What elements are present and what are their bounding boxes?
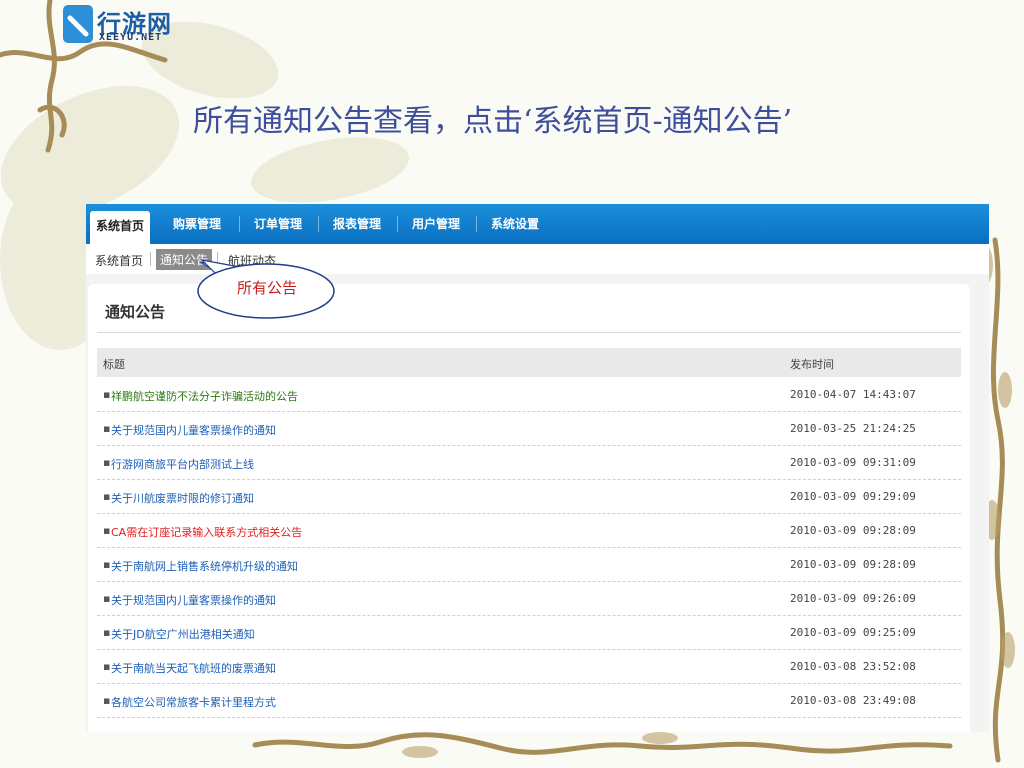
bullet-icon: ▪ <box>103 422 111 435</box>
sub-nav-notices[interactable]: 通知公告 <box>156 249 213 270</box>
bullet-icon: ▪ <box>103 660 111 673</box>
table-row[interactable]: ▪ 关于规范国内儿童客票操作的通知 2010-03-09 09:26:09 <box>97 581 961 616</box>
top-nav-reports[interactable]: 报表管理 <box>333 215 381 232</box>
notice-date: 2010-03-09 09:31:09 <box>790 456 916 469</box>
panel-title: 通知公告 <box>105 303 166 321</box>
top-nav-settings[interactable]: 系统设置 <box>491 215 539 232</box>
notice-date: 2010-04-07 14:43:07 <box>790 388 916 401</box>
slide-title: 所有通知公告查看，点击‘系统首页-通知公告’ <box>193 104 793 139</box>
logo-subtitle: XEEYU.NET <box>99 32 163 43</box>
table-row[interactable]: ▪ 关于川航废票时限的修订通知 2010-03-09 09:29:09 <box>97 479 961 514</box>
notice-date: 2010-03-08 23:49:08 <box>790 694 916 707</box>
notice-title-link[interactable]: 关于规范国内儿童客票操作的通知 <box>111 422 276 438</box>
table-row[interactable]: ▪ 关于JD航空广州出港相关通知 2010-03-09 09:25:09 <box>97 615 961 650</box>
notice-title-link[interactable]: 关于川航废票时限的修订通知 <box>111 490 254 506</box>
logo: 行游网 XEEYU.NET <box>62 2 180 46</box>
notice-date: 2010-03-09 09:29:09 <box>790 490 916 503</box>
notice-date: 2010-03-08 23:52:08 <box>790 660 916 673</box>
table-row[interactable]: ▪ 关于规范国内儿童客票操作的通知 2010-03-25 21:24:25 <box>97 411 961 446</box>
bullet-icon: ▪ <box>103 490 111 503</box>
notice-title-link[interactable]: 关于南航当天起飞航班的废票通知 <box>111 660 276 676</box>
logo-mark-icon <box>63 5 93 43</box>
callout-text: 所有公告 <box>236 279 297 297</box>
bullet-icon: ▪ <box>103 626 111 639</box>
top-nav-bar: 系统首页 购票管理 订单管理 报表管理 用户管理 系统设置 <box>86 204 989 244</box>
nav-divider <box>318 216 319 232</box>
table-row[interactable]: ▪ 关于南航当天起飞航班的废票通知 2010-03-08 23:52:08 <box>97 649 961 684</box>
sub-nav-divider <box>217 252 218 266</box>
top-nav-home[interactable]: 系统首页 <box>90 211 151 244</box>
col-title-header: 标题 <box>103 358 125 371</box>
table-row[interactable]: ▪ 行游网商旅平台内部测试上线 2010-03-09 09:31:09 <box>97 445 961 480</box>
top-nav-tickets[interactable]: 购票管理 <box>173 215 221 232</box>
divider <box>97 332 961 333</box>
notice-title-link[interactable]: 行游网商旅平台内部测试上线 <box>111 456 254 472</box>
bullet-icon: ▪ <box>103 456 111 469</box>
nav-divider <box>397 216 398 232</box>
notice-title-link[interactable]: 关于JD航空广州出港相关通知 <box>111 626 255 642</box>
sub-nav-bar: 系统首页 通知公告 航班动态 <box>86 244 989 274</box>
notice-date: 2010-03-09 09:28:09 <box>790 558 916 571</box>
table-row[interactable]: ▪ 各航空公司常旅客卡累计里程方式 2010-03-08 23:49:08 <box>97 683 961 718</box>
table-row[interactable]: ▪ CA需在订座记录输入联系方式相关公告 2010-03-09 09:28:09 <box>97 513 961 548</box>
nav-divider <box>239 216 240 232</box>
nav-divider <box>476 216 477 232</box>
notice-date: 2010-03-09 09:26:09 <box>790 592 916 605</box>
table-row[interactable]: ▪ 关于南航网上销售系统停机升级的通知 2010-03-09 09:28:09 <box>97 547 961 582</box>
notice-date: 2010-03-25 21:24:25 <box>790 422 916 435</box>
notice-panel: 通知公告 标题 发布时间 ▪ 祥鹏航空谨防不法分子诈骗活动的公告 2010-04-0… <box>88 284 970 732</box>
bullet-icon: ▪ <box>103 558 111 571</box>
bullet-icon: ▪ <box>103 524 111 537</box>
table-row[interactable]: ▪ 祥鹏航空谨防不法分子诈骗活动的公告 2010-04-07 14:43:07 <box>97 377 961 412</box>
notice-title-link[interactable]: 各航空公司常旅客卡累计里程方式 <box>111 694 276 710</box>
sub-nav-home[interactable]: 系统首页 <box>95 252 143 269</box>
sub-nav-divider <box>150 252 151 266</box>
notice-date: 2010-03-09 09:25:09 <box>790 626 916 639</box>
notice-title-link[interactable]: 关于南航网上销售系统停机升级的通知 <box>111 558 298 574</box>
bullet-icon: ▪ <box>103 592 111 605</box>
notice-title-link[interactable]: 祥鹏航空谨防不法分子诈骗活动的公告 <box>111 388 298 404</box>
app-screenshot: 系统首页 购票管理 订单管理 报表管理 用户管理 系统设置 系统首页 通知公告 … <box>86 204 989 732</box>
notice-title-link[interactable]: 关于规范国内儿童客票操作的通知 <box>111 592 276 608</box>
top-nav-orders[interactable]: 订单管理 <box>254 215 302 232</box>
sub-nav-flight-status[interactable]: 航班动态 <box>228 252 276 269</box>
bullet-icon: ▪ <box>103 388 111 401</box>
top-nav-users[interactable]: 用户管理 <box>412 215 460 232</box>
bullet-icon: ▪ <box>103 694 111 707</box>
table-header: 标题 发布时间 <box>97 348 961 377</box>
notice-title-link[interactable]: CA需在订座记录输入联系方式相关公告 <box>111 524 302 540</box>
notice-date: 2010-03-09 09:28:09 <box>790 524 916 537</box>
col-date-header: 发布时间 <box>790 358 834 371</box>
